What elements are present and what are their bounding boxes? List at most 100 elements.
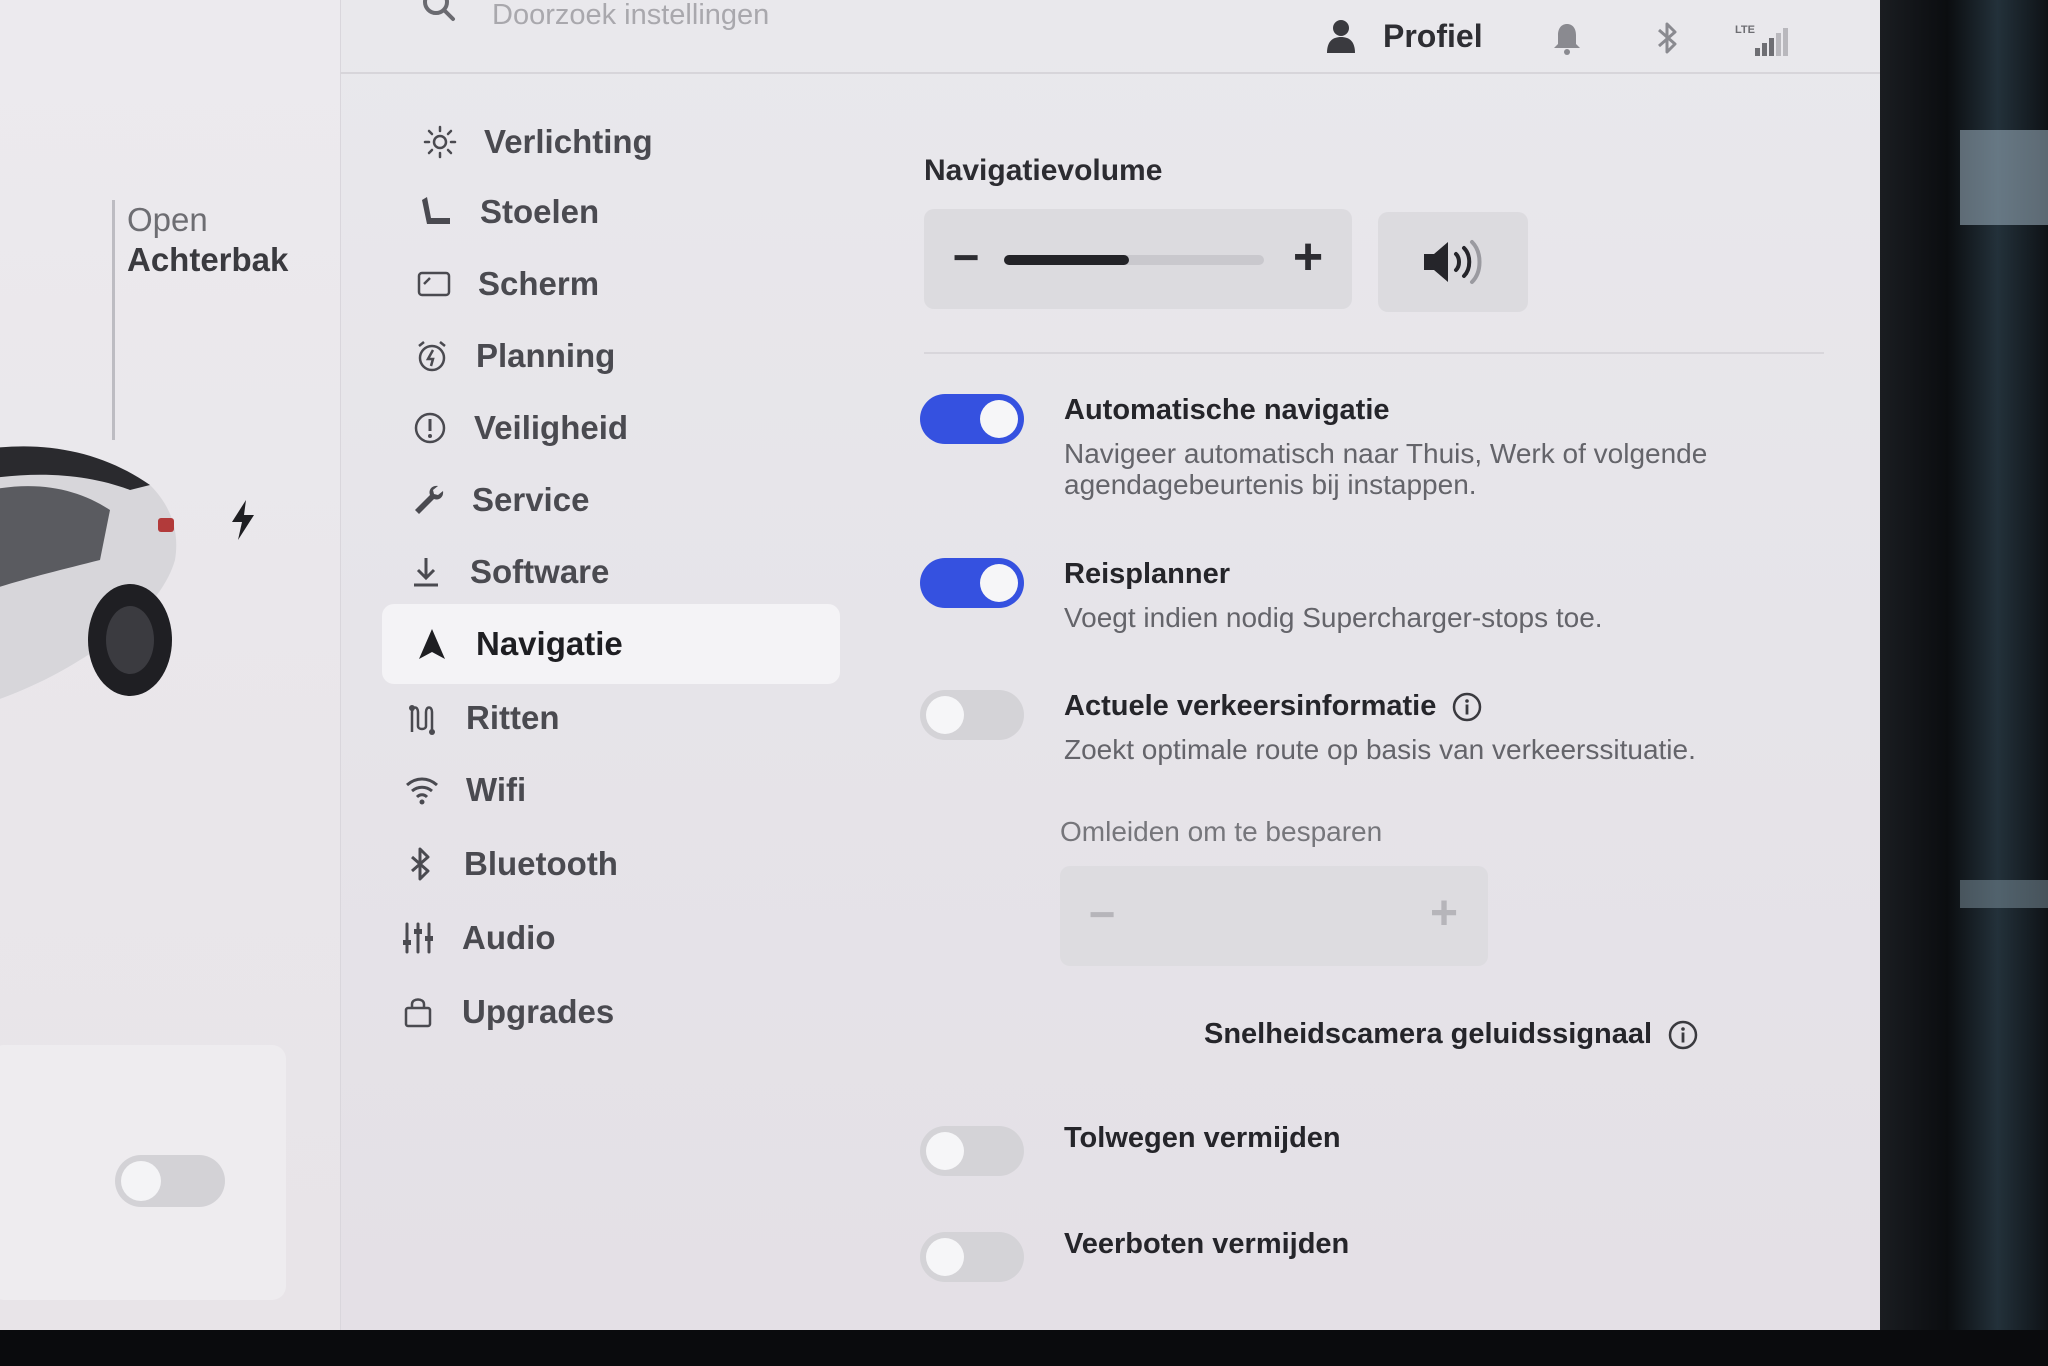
trunk-indicator-line — [112, 200, 115, 440]
option-title: Tolwegen vermijden — [1064, 1122, 1341, 1154]
info-icon[interactable] — [1452, 692, 1482, 722]
option-trip-planner: Reisplanner Voegt indien nodig Superchar… — [920, 558, 1840, 638]
sidebar-item-bluetooth[interactable]: Bluetooth — [400, 824, 618, 904]
avoid-tolls-toggle[interactable] — [920, 1126, 1024, 1176]
search-icon — [423, 0, 455, 21]
volume-increase-button[interactable]: + — [1286, 231, 1330, 283]
volume-slider[interactable] — [1004, 255, 1264, 265]
background-reflection — [1960, 880, 2048, 908]
sidebar-item-upgrades[interactable]: Upgrades — [398, 972, 614, 1052]
sidebar-item-ritten[interactable]: Ritten — [402, 678, 560, 758]
option-title: Reisplanner — [1064, 558, 1230, 590]
charging-bolt-icon — [232, 500, 254, 540]
sidebar-item-label: Veiligheid — [474, 409, 629, 446]
info-icon[interactable] — [1668, 1020, 1698, 1050]
lte-label: LTE — [1735, 24, 1755, 36]
volume-slider-fill — [1004, 255, 1129, 265]
wifi-icon — [402, 770, 442, 810]
bluetooth-status-icon[interactable] — [1650, 20, 1684, 56]
download-icon — [406, 552, 446, 592]
option-title: Automatische navigatie — [1064, 394, 1390, 426]
bluetooth-icon — [400, 844, 440, 884]
quick-control-toggle[interactable] — [115, 1155, 225, 1207]
search-input[interactable] — [490, 0, 894, 36]
toggle-knob — [926, 1132, 964, 1170]
screen-bezel-right — [1880, 0, 2048, 1366]
automatic-navigation-toggle[interactable] — [920, 394, 1024, 444]
navigation-volume-title: Navigatievolume — [924, 154, 1163, 187]
reroute-to-save-stepper: − + — [1060, 866, 1488, 966]
option-avoid-ferries: Veerboten vermijden — [920, 1228, 1840, 1282]
toggle-knob — [121, 1161, 161, 1201]
screen-bezel-bottom — [0, 1330, 2048, 1366]
alert-circle-icon — [410, 408, 450, 448]
toggle-knob — [926, 696, 964, 734]
reroute-decrease-button[interactable]: − — [1082, 891, 1122, 937]
top-bar: Profiel LTE — [340, 0, 1880, 74]
toggle-knob — [980, 400, 1018, 438]
trunk-label-line2: Achterbak — [127, 241, 289, 278]
trips-icon — [402, 698, 442, 738]
sidebar-item-scherm[interactable]: Scherm — [414, 244, 599, 324]
option-description: Zoekt optimale route op basis van verkee… — [1064, 734, 1696, 765]
option-avoid-tolls: Tolwegen vermijden — [920, 1122, 1840, 1176]
toggle-knob — [926, 1238, 964, 1276]
sidebar-item-label: Scherm — [478, 265, 600, 302]
sidebar-item-wifi[interactable]: Wifi — [402, 750, 526, 830]
trunk-label-line1: Open — [127, 201, 208, 238]
display-icon — [414, 264, 454, 304]
reroute-increase-button[interactable]: + — [1422, 890, 1466, 938]
profile-label: Profiel — [1383, 17, 1483, 54]
touchscreen: Open Achterbak P — [0, 0, 1880, 1330]
trip-planner-toggle[interactable] — [920, 558, 1024, 608]
sidebar-item-veiligheid[interactable]: Veiligheid — [410, 388, 628, 468]
option-description: Navigeer automatisch naar Thuis, Werk of… — [1064, 438, 1708, 500]
sidebar-item-navigatie[interactable]: Navigatie — [382, 604, 840, 684]
background-reflection — [1960, 130, 2048, 225]
cellular-signal-icon: LTE — [1735, 20, 1791, 60]
section-divider — [924, 352, 1824, 354]
sidebar-item-stoelen[interactable]: Stoelen — [416, 172, 599, 252]
avoid-ferries-toggle[interactable] — [920, 1232, 1024, 1282]
sidebar-item-label: Wifi — [466, 771, 527, 808]
speed-camera-chime-row[interactable]: Snelheidscamera geluidssignaal — [1204, 1018, 1698, 1051]
car-illustration[interactable] — [0, 430, 210, 730]
person-icon — [1327, 20, 1355, 53]
option-title: Veerboten vermijden — [1064, 1228, 1350, 1260]
sidebar-item-label: Verlichting — [484, 123, 653, 160]
sidebar-item-label: Upgrades — [462, 993, 615, 1030]
option-automatic-navigation: Automatische navigatie Navigeer automati… — [920, 394, 1840, 504]
sidebar-item-verlichting[interactable]: Verlichting — [420, 102, 653, 182]
sidebar-item-audio[interactable]: Audio — [398, 898, 555, 978]
car-panel: Open Achterbak — [0, 0, 341, 1330]
speaker-mute-button[interactable] — [1378, 212, 1528, 312]
volume-decrease-button[interactable]: − — [946, 234, 986, 280]
reroute-to-save-label: Omleiden om te besparen — [1060, 816, 1383, 847]
wrench-icon — [408, 480, 448, 520]
option-title: Actuele verkeersinformatie — [1064, 690, 1482, 723]
sidebar-item-service[interactable]: Service — [408, 460, 589, 540]
option-live-traffic: Actuele verkeersinformatie Zoekt optimal… — [920, 690, 1840, 770]
settings-nav: Verlichting Stoelen Scherm Planning Veilighe… — [340, 74, 860, 1330]
sidebar-item-software[interactable]: Software — [406, 532, 609, 612]
option-description: Voegt indien nodig Supercharger-stops to… — [1064, 602, 1603, 633]
live-traffic-toggle[interactable] — [920, 690, 1024, 740]
navigation-arrow-icon — [412, 624, 452, 664]
speed-camera-chime-label: Snelheidscamera geluidssignaal — [1204, 1018, 1653, 1050]
sidebar-item-label: Stoelen — [480, 193, 600, 230]
sidebar-item-label: Audio — [462, 919, 556, 956]
bell-icon[interactable] — [1550, 20, 1584, 56]
alarm-clock-icon — [412, 336, 452, 376]
sidebar-item-label: Planning — [476, 337, 616, 374]
profile-button[interactable]: Profiel — [1325, 14, 1483, 58]
speaker-icon — [1424, 240, 1482, 284]
sidebar-item-planning[interactable]: Planning — [412, 316, 615, 396]
sidebar-item-label: Navigatie — [476, 625, 623, 662]
toggle-knob — [980, 564, 1018, 602]
sidebar-item-label: Service — [472, 481, 590, 518]
navigation-settings-panel: Navigatievolume − + Automatische navigat… — [880, 74, 1880, 1330]
sidebar-item-label: Ritten — [466, 699, 560, 736]
open-trunk-button[interactable]: Open Achterbak — [127, 200, 288, 280]
seat-icon — [416, 192, 456, 232]
shopping-bag-icon — [398, 992, 438, 1032]
